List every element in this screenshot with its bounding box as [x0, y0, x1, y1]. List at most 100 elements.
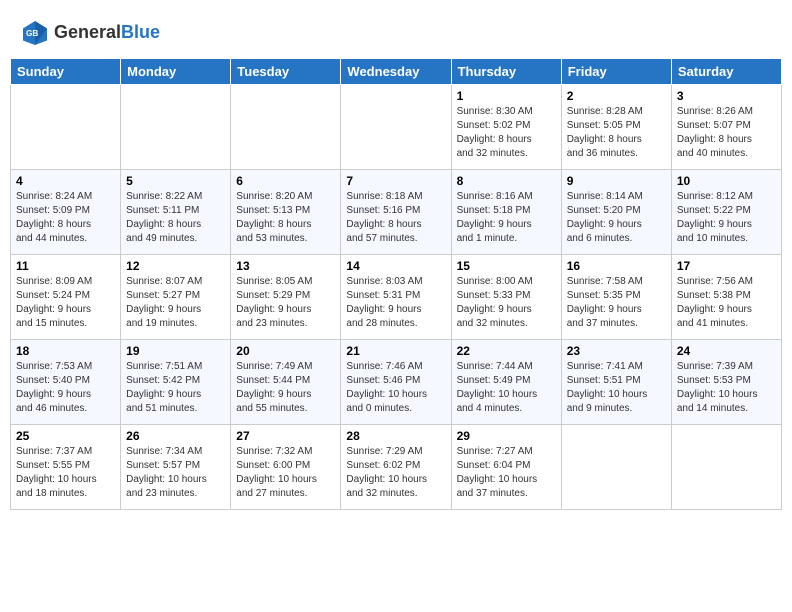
day-info: Sunrise: 7:56 AM Sunset: 5:38 PM Dayligh…	[677, 275, 776, 331]
day-number: 16	[567, 259, 666, 273]
calendar-cell	[561, 425, 671, 510]
day-info: Sunrise: 8:28 AM Sunset: 5:05 PM Dayligh…	[567, 105, 666, 161]
calendar-cell: 3 Sunrise: 8:26 AM Sunset: 5:07 PM Daylig…	[671, 85, 781, 170]
day-info: Sunrise: 8:09 AM Sunset: 5:24 PM Dayligh…	[16, 275, 115, 331]
day-info: Sunrise: 8:00 AM Sunset: 5:33 PM Dayligh…	[457, 275, 556, 331]
calendar-cell: 15 Sunrise: 8:00 AM Sunset: 5:33 PM Dayli…	[451, 255, 561, 340]
logo-text: GeneralBlue	[54, 23, 160, 43]
calendar-cell: 23Sunrise: 7:41 AM Sunset: 5:51 PM Dayli…	[561, 340, 671, 425]
day-number: 4	[16, 174, 115, 188]
day-info: Sunrise: 7:46 AM Sunset: 5:46 PM Dayligh…	[346, 360, 445, 416]
calendar-cell: 8 Sunrise: 8:16 AM Sunset: 5:18 PM Daylig…	[451, 170, 561, 255]
logo: GB GeneralBlue	[20, 18, 160, 48]
day-info: Sunrise: 8:14 AM Sunset: 5:20 PM Dayligh…	[567, 190, 666, 246]
calendar-cell: 27 Sunrise: 7:32 AM Sunset: 6:00 PM Dayli…	[231, 425, 341, 510]
day-info: Sunrise: 8:20 AM Sunset: 5:13 PM Dayligh…	[236, 190, 335, 246]
day-number: 24	[677, 344, 776, 358]
calendar-cell: 21Sunrise: 7:46 AM Sunset: 5:46 PM Dayli…	[341, 340, 451, 425]
day-number: 17	[677, 259, 776, 273]
day-number: 8	[457, 174, 556, 188]
calendar-cell: 13 Sunrise: 8:05 AM Sunset: 5:29 PM Dayli…	[231, 255, 341, 340]
calendar-cell: 22 Sunrise: 7:44 AM Sunset: 5:49 PM Dayli…	[451, 340, 561, 425]
day-info: Sunrise: 7:44 AM Sunset: 5:49 PM Dayligh…	[457, 360, 556, 416]
day-info: Sunrise: 8:12 AM Sunset: 5:22 PM Dayligh…	[677, 190, 776, 246]
calendar-cell: 18 Sunrise: 7:53 AM Sunset: 5:40 PM Dayli…	[11, 340, 121, 425]
calendar-cell	[121, 85, 231, 170]
day-number: 28	[346, 429, 445, 443]
day-number: 9	[567, 174, 666, 188]
week-row-2: 11 Sunrise: 8:09 AM Sunset: 5:24 PM Dayli…	[11, 255, 782, 340]
day-info: Sunrise: 7:58 AM Sunset: 5:35 PM Dayligh…	[567, 275, 666, 331]
day-number: 12	[126, 259, 225, 273]
calendar-cell: 17 Sunrise: 7:56 AM Sunset: 5:38 PM Dayli…	[671, 255, 781, 340]
day-info: Sunrise: 8:03 AM Sunset: 5:31 PM Dayligh…	[346, 275, 445, 331]
calendar-cell: 16 Sunrise: 7:58 AM Sunset: 5:35 PM Dayli…	[561, 255, 671, 340]
day-number: 2	[567, 89, 666, 103]
calendar-cell	[231, 85, 341, 170]
day-info: Sunrise: 7:51 AM Sunset: 5:42 PM Dayligh…	[126, 360, 225, 416]
week-row-4: 25 Sunrise: 7:37 AM Sunset: 5:55 PM Dayli…	[11, 425, 782, 510]
day-number: 27	[236, 429, 335, 443]
calendar-cell: 24 Sunrise: 7:39 AM Sunset: 5:53 PM Dayli…	[671, 340, 781, 425]
day-info: Sunrise: 7:39 AM Sunset: 5:53 PM Dayligh…	[677, 360, 776, 416]
day-number: 6	[236, 174, 335, 188]
week-row-1: 4 Sunrise: 8:24 AM Sunset: 5:09 PM Daylig…	[11, 170, 782, 255]
weekday-header-thursday: Thursday	[451, 59, 561, 85]
day-number: 11	[16, 259, 115, 273]
calendar-table: SundayMondayTuesdayWednesdayThursdayFrid…	[10, 58, 782, 510]
day-info: Sunrise: 8:26 AM Sunset: 5:07 PM Dayligh…	[677, 105, 776, 161]
week-row-0: 1 Sunrise: 8:30 AM Sunset: 5:02 PM Daylig…	[11, 85, 782, 170]
day-number: 20	[236, 344, 335, 358]
calendar-cell: 4 Sunrise: 8:24 AM Sunset: 5:09 PM Daylig…	[11, 170, 121, 255]
weekday-header-sunday: Sunday	[11, 59, 121, 85]
day-number: 25	[16, 429, 115, 443]
calendar-cell: 2 Sunrise: 8:28 AM Sunset: 5:05 PM Daylig…	[561, 85, 671, 170]
calendar-cell	[11, 85, 121, 170]
day-info: Sunrise: 7:32 AM Sunset: 6:00 PM Dayligh…	[236, 445, 335, 501]
calendar-cell	[671, 425, 781, 510]
calendar-cell: 29 Sunrise: 7:27 AM Sunset: 6:04 PM Dayli…	[451, 425, 561, 510]
calendar-cell: 28 Sunrise: 7:29 AM Sunset: 6:02 PM Dayli…	[341, 425, 451, 510]
weekday-header-wednesday: Wednesday	[341, 59, 451, 85]
day-number: 26	[126, 429, 225, 443]
day-number: 15	[457, 259, 556, 273]
day-info: Sunrise: 8:16 AM Sunset: 5:18 PM Dayligh…	[457, 190, 556, 246]
calendar-cell: 25 Sunrise: 7:37 AM Sunset: 5:55 PM Dayli…	[11, 425, 121, 510]
day-info: Sunrise: 7:29 AM Sunset: 6:02 PM Dayligh…	[346, 445, 445, 501]
calendar-cell: 12Sunrise: 8:07 AM Sunset: 5:27 PM Dayli…	[121, 255, 231, 340]
calendar-cell	[341, 85, 451, 170]
day-info: Sunrise: 8:05 AM Sunset: 5:29 PM Dayligh…	[236, 275, 335, 331]
calendar-cell: 5Sunrise: 8:22 AM Sunset: 5:11 PM Daylig…	[121, 170, 231, 255]
day-info: Sunrise: 7:27 AM Sunset: 6:04 PM Dayligh…	[457, 445, 556, 501]
day-info: Sunrise: 7:37 AM Sunset: 5:55 PM Dayligh…	[16, 445, 115, 501]
calendar-cell: 6 Sunrise: 8:20 AM Sunset: 5:13 PM Daylig…	[231, 170, 341, 255]
day-info: Sunrise: 8:24 AM Sunset: 5:09 PM Dayligh…	[16, 190, 115, 246]
week-row-3: 18 Sunrise: 7:53 AM Sunset: 5:40 PM Dayli…	[11, 340, 782, 425]
day-number: 1	[457, 89, 556, 103]
day-number: 22	[457, 344, 556, 358]
calendar-cell: 19Sunrise: 7:51 AM Sunset: 5:42 PM Dayli…	[121, 340, 231, 425]
day-info: Sunrise: 8:30 AM Sunset: 5:02 PM Dayligh…	[457, 105, 556, 161]
weekday-header-monday: Monday	[121, 59, 231, 85]
day-number: 10	[677, 174, 776, 188]
day-number: 5	[126, 174, 225, 188]
calendar-cell: 1 Sunrise: 8:30 AM Sunset: 5:02 PM Daylig…	[451, 85, 561, 170]
day-number: 13	[236, 259, 335, 273]
calendar-cell: 9 Sunrise: 8:14 AM Sunset: 5:20 PM Daylig…	[561, 170, 671, 255]
day-number: 29	[457, 429, 556, 443]
day-info: Sunrise: 7:53 AM Sunset: 5:40 PM Dayligh…	[16, 360, 115, 416]
calendar-cell: 10 Sunrise: 8:12 AM Sunset: 5:22 PM Dayli…	[671, 170, 781, 255]
day-number: 7	[346, 174, 445, 188]
weekday-header-saturday: Saturday	[671, 59, 781, 85]
calendar-cell: 11 Sunrise: 8:09 AM Sunset: 5:24 PM Dayli…	[11, 255, 121, 340]
day-number: 3	[677, 89, 776, 103]
day-info: Sunrise: 8:18 AM Sunset: 5:16 PM Dayligh…	[346, 190, 445, 246]
weekday-header-friday: Friday	[561, 59, 671, 85]
svg-text:GB: GB	[26, 29, 38, 38]
calendar-cell: 26Sunrise: 7:34 AM Sunset: 5:57 PM Dayli…	[121, 425, 231, 510]
calendar-cell: 20Sunrise: 7:49 AM Sunset: 5:44 PM Dayli…	[231, 340, 341, 425]
calendar-cell: 14 Sunrise: 8:03 AM Sunset: 5:31 PM Dayli…	[341, 255, 451, 340]
day-number: 18	[16, 344, 115, 358]
weekday-header-tuesday: Tuesday	[231, 59, 341, 85]
day-number: 14	[346, 259, 445, 273]
